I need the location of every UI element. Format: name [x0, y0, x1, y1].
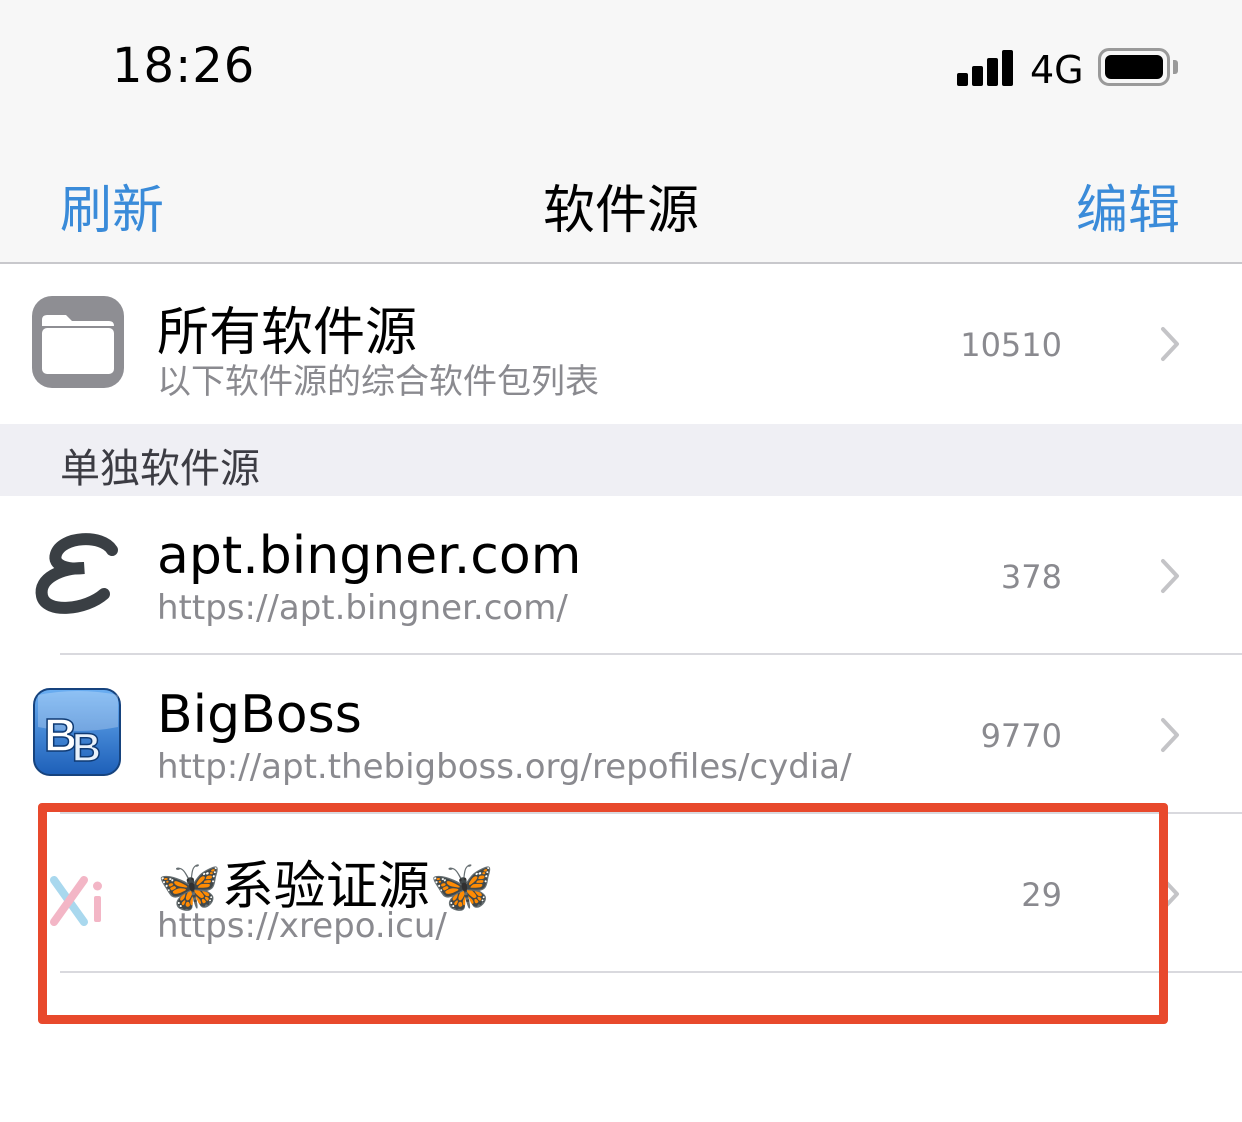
- source-count: 9770: [980, 717, 1062, 755]
- battery-level: [1105, 55, 1163, 79]
- source-url: http://apt.thebigboss.org/repofiles/cydi…: [157, 747, 852, 787]
- navigation-bar: 18:26 4G 刷新 软件源 编辑: [0, 0, 1242, 264]
- source-name: BigBoss: [157, 685, 362, 745]
- source-name: apt.bingner.com: [157, 526, 582, 586]
- folder-icon: [32, 296, 124, 388]
- section-header: 单独软件源: [0, 424, 1242, 496]
- all-sources-row[interactable]: 所有软件源 以下软件源的综合软件包列表 10510: [0, 264, 1242, 424]
- source-row[interactable]: B B BigBoss http://apt.thebigboss.org/re…: [0, 655, 1242, 814]
- page-title: 软件源: [542, 181, 699, 241]
- elucubratus-e-icon: [32, 528, 124, 620]
- edit-button[interactable]: 编辑: [1076, 168, 1180, 243]
- source-row[interactable]: apt.bingner.com https://apt.bingner.com/…: [0, 496, 1242, 655]
- all-sources-count: 10510: [960, 326, 1062, 364]
- svg-text:B: B: [72, 726, 101, 770]
- cellular-signal-icon: [957, 50, 1013, 86]
- source-url: https://apt.bingner.com/: [157, 588, 568, 628]
- all-sources-subtitle: 以下软件源的综合软件包列表: [157, 362, 599, 402]
- battery-icon: [1098, 48, 1170, 86]
- source-count: 378: [1000, 558, 1062, 596]
- chevron-right-icon: [1161, 718, 1179, 752]
- bigboss-icon: B B: [32, 687, 124, 779]
- status-time: 18:26: [112, 38, 256, 94]
- battery-cap: [1173, 60, 1178, 74]
- chevron-right-icon: [1161, 559, 1179, 593]
- section-label: 单独软件源: [60, 446, 260, 492]
- chevron-right-icon: [1161, 327, 1179, 361]
- highlight-box: [38, 803, 1168, 1024]
- network-type: 4G: [1030, 48, 1084, 92]
